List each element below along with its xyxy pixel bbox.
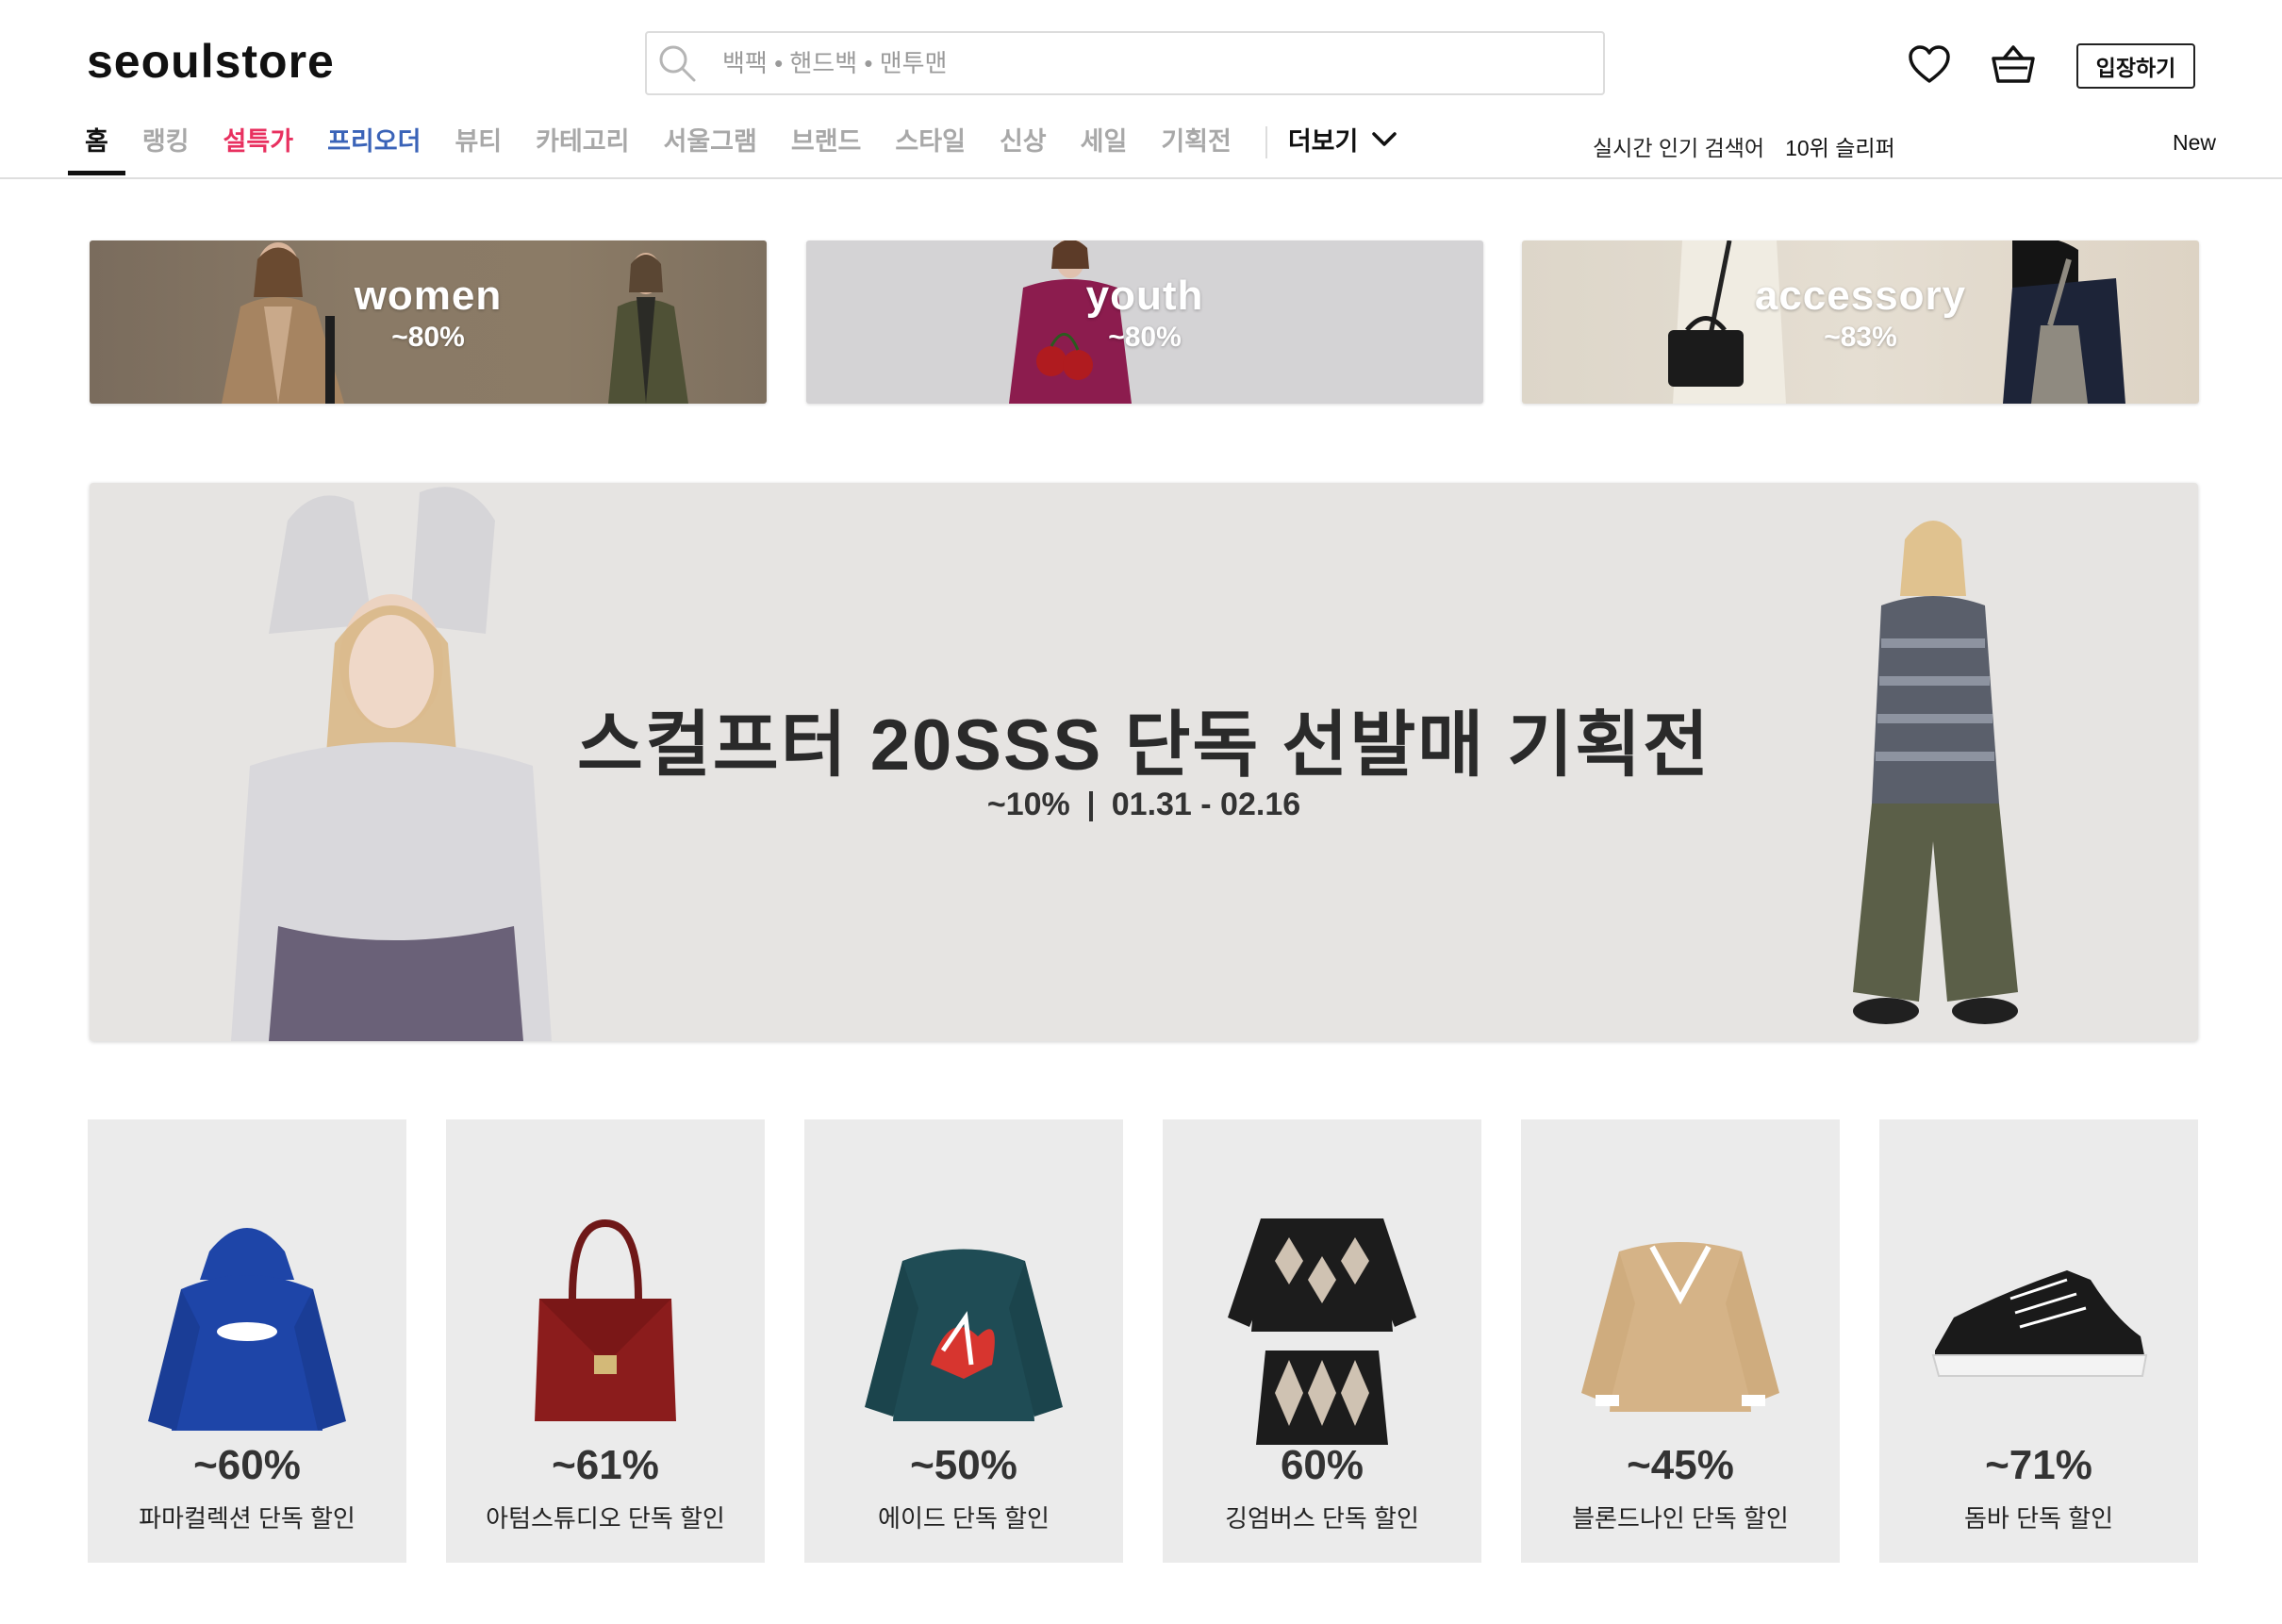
search-bar[interactable] <box>645 31 1605 95</box>
login-button[interactable]: 입장하기 <box>2076 43 2195 89</box>
deal-card[interactable]: ~61% 아텀스튜디오 단독 할인 <box>446 1119 765 1563</box>
deal-card[interactable]: ~60% 파마컬렉션 단독 할인 <box>88 1119 406 1563</box>
hero-subtitle: ~10% 01.31 - 02.16 <box>90 787 2198 823</box>
deal-label: 돔바 단독 할인 <box>1964 1504 2113 1533</box>
nav-more-label: 더보기 <box>1287 127 1359 156</box>
deal-discount: 60% <box>1280 1442 1364 1488</box>
nav-divider <box>1265 126 1267 158</box>
new-link[interactable]: New <box>2173 130 2216 156</box>
nav-new-arrivals[interactable]: 신상 <box>983 123 1064 175</box>
deal-card[interactable]: 60% 깅엄버스 단독 할인 <box>1163 1119 1481 1563</box>
nav-preorder[interactable]: 프리오더 <box>310 123 438 175</box>
deal-label: 아텀스튜디오 단독 할인 <box>486 1504 725 1533</box>
trending-label: 실시간 인기 검색어 <box>1593 136 1765 160</box>
search-input[interactable] <box>720 47 1554 79</box>
category-title: women <box>354 273 503 319</box>
category-banner-women[interactable]: women ~80% <box>90 240 767 404</box>
handbag-image <box>535 1218 676 1421</box>
knit-vest-image <box>1581 1242 1779 1412</box>
sweater-image <box>865 1249 1063 1421</box>
category-discount: ~80% <box>1108 322 1182 353</box>
category-banner-accessory[interactable]: accessory ~83% <box>1522 240 2199 404</box>
main-nav: 홈 랭킹 설특가 프리오더 뷰티 카테고리 서울그램 브랜드 스타일 신상 세일… <box>68 123 1401 177</box>
nav-brand[interactable]: 브랜드 <box>774 123 879 175</box>
chevron-down-icon <box>1372 132 1397 146</box>
trending-search[interactable]: 실시간 인기 검색어 10위 슬리퍼 <box>1593 130 1895 162</box>
deal-card[interactable]: ~45% 블론드나인 단독 할인 <box>1521 1119 1840 1563</box>
nav-category[interactable]: 카테고리 <box>519 123 646 175</box>
deal-discount: ~71% <box>1985 1442 2092 1488</box>
deal-label: 깅엄버스 단독 할인 <box>1225 1504 1419 1533</box>
hero-dates: 01.31 - 02.16 <box>1111 787 1301 822</box>
deal-card[interactable]: ~50% 에이드 단독 할인 <box>804 1119 1123 1563</box>
deal-card[interactable]: ~71% 돔바 단독 할인 <box>1879 1119 2198 1563</box>
category-discount: ~80% <box>391 322 465 353</box>
deal-discount: ~60% <box>193 1442 301 1488</box>
nav-exhibition[interactable]: 기획전 <box>1144 123 1248 175</box>
nav-beauty[interactable]: 뷰티 <box>438 123 519 175</box>
category-title: youth <box>1085 273 1204 319</box>
header-divider <box>0 177 2282 179</box>
deal-discount: ~50% <box>910 1442 1017 1488</box>
category-banner-youth[interactable]: youth ~80% <box>806 240 1483 404</box>
nav-seoulgram[interactable]: 서울그램 <box>647 123 774 175</box>
deal-discount: ~61% <box>552 1442 659 1488</box>
nav-home[interactable]: 홈 <box>68 123 125 175</box>
hero-discount: ~10% <box>986 787 1070 822</box>
nav-style[interactable]: 스타일 <box>878 123 983 175</box>
cardigan-set-image <box>1228 1218 1416 1445</box>
nav-holiday-sale[interactable]: 설특가 <box>207 123 311 175</box>
basket-icon[interactable] <box>1990 41 2037 89</box>
category-title: accessory <box>1754 273 1967 319</box>
hoodie-image <box>148 1228 346 1431</box>
hero-divider <box>1088 791 1093 822</box>
deal-label: 파마컬렉션 단독 할인 <box>139 1504 356 1533</box>
nav-more-button[interactable]: 더보기 <box>1284 123 1402 160</box>
hero-banner[interactable]: 스컬프터 20SSS 단독 선발매 기획전 ~10% 01.31 - 02.16 <box>90 483 2198 1041</box>
hero-title: 스컬프터 20SSS 단독 선발매 기획전 <box>576 705 1712 786</box>
deal-discount: ~45% <box>1627 1442 1734 1488</box>
trending-keyword[interactable]: 10위 슬리퍼 <box>1785 130 1895 162</box>
nav-ranking[interactable]: 랭킹 <box>125 123 207 175</box>
heart-icon[interactable] <box>1906 41 1953 89</box>
deal-label: 에이드 단독 할인 <box>878 1504 1050 1533</box>
nav-sale[interactable]: 세일 <box>1064 123 1145 175</box>
site-logo[interactable]: seoulstore <box>87 34 335 89</box>
category-discount: ~83% <box>1824 322 1897 353</box>
search-icon[interactable] <box>656 42 698 84</box>
sneaker-image <box>1931 1270 2148 1377</box>
deal-label: 블론드나인 단독 할인 <box>1572 1504 1789 1533</box>
